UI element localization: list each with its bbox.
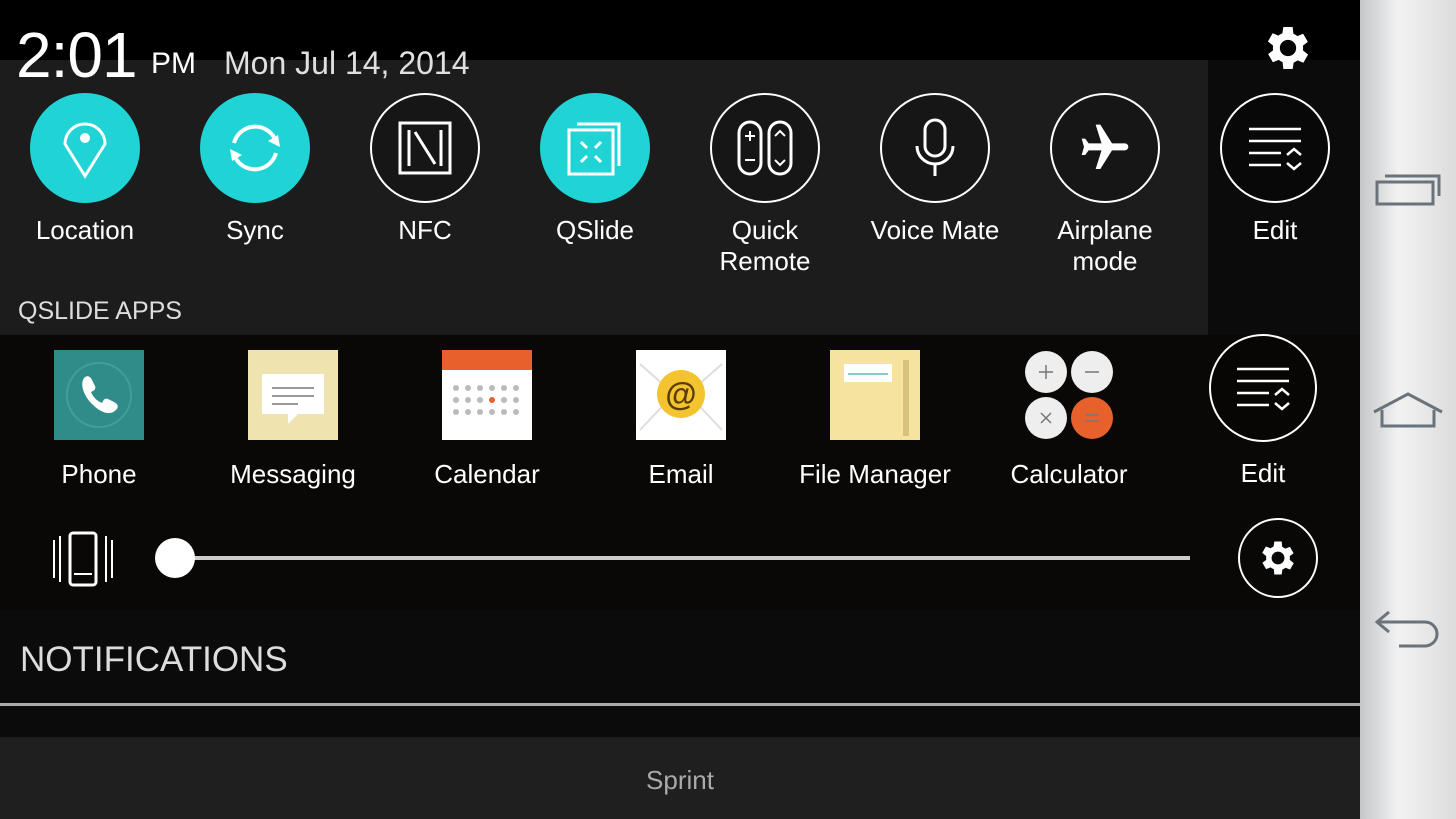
svg-text:@: @ [665, 376, 696, 412]
app-messaging[interactable]: Messaging [198, 350, 388, 490]
toggle-voice-mate[interactable]: Voice Mate [850, 93, 1020, 246]
app-phone[interactable]: Phone [4, 350, 194, 490]
app-calendar[interactable]: Calendar [392, 350, 582, 490]
back-icon[interactable] [1360, 590, 1456, 670]
vibrate-icon[interactable] [50, 530, 116, 588]
remote-icon [710, 93, 820, 203]
notifications-title: NOTIFICATIONS [20, 640, 288, 679]
microphone-icon [880, 93, 990, 203]
location-pin-icon [30, 93, 140, 203]
sound-settings-button[interactable] [1238, 518, 1318, 598]
app-file-manager[interactable]: File Manager [780, 350, 970, 490]
qslide-apps-title: QSLIDE APPS [18, 297, 182, 325]
toggle-quick-remote[interactable]: Quick Remote [680, 93, 850, 277]
carrier-label: Sprint [646, 765, 714, 795]
edit-list-icon [1220, 93, 1330, 203]
clock-time: 2:01 [16, 19, 138, 91]
calculator-icon [1024, 350, 1114, 440]
toggle-nfc[interactable]: NFC [340, 93, 510, 246]
airplane-icon [1050, 93, 1160, 203]
toggle-sync[interactable]: Sync [170, 93, 340, 246]
qslide-icon [540, 93, 650, 203]
clock-ampm: PM [151, 47, 196, 80]
app-email[interactable]: @ Email [586, 350, 776, 490]
edit-list-icon [1209, 334, 1317, 442]
home-icon[interactable] [1360, 370, 1456, 450]
gear-icon[interactable] [1260, 20, 1316, 76]
recent-apps-icon[interactable] [1360, 148, 1456, 228]
status-header [0, 0, 1360, 60]
nfc-icon [370, 93, 480, 203]
toggle-location[interactable]: Location [0, 93, 170, 246]
toggle-qslide[interactable]: QSlide [510, 93, 680, 246]
navigation-bar [1360, 0, 1456, 819]
volume-slider-track[interactable] [175, 556, 1190, 560]
edit-qslide-apps-button[interactable]: Edit [1168, 334, 1358, 489]
shade-handle[interactable] [0, 703, 1360, 706]
app-calculator[interactable]: Calculator [974, 350, 1164, 490]
email-icon: @ [636, 350, 726, 440]
folder-icon [830, 350, 920, 440]
messaging-icon [248, 350, 338, 440]
date: Mon Jul 14, 2014 [224, 45, 470, 81]
volume-slider-thumb[interactable] [155, 538, 195, 578]
sync-icon [200, 93, 310, 203]
edit-quick-settings-button[interactable]: Edit [1190, 93, 1360, 246]
phone-icon [54, 350, 144, 440]
calendar-icon [442, 350, 532, 440]
gear-icon [1262, 541, 1294, 575]
toggle-airplane-mode[interactable]: Airplane mode [1020, 93, 1190, 277]
